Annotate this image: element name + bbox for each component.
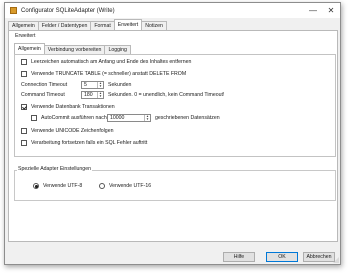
tab-logging[interactable]: Logging [104,45,131,54]
continue-on-error-option[interactable]: Verarbeitung fortsetzen falls ein SQL Fe… [21,140,147,146]
spin-down-icon[interactable]: ▼ [99,95,102,98]
truncate-label: Verwende TRUNCATE TABLE (= schneller) an… [31,71,187,77]
connection-timeout-row: Connection Timeout 5 ▲ ▼ Sekunden [21,81,131,89]
unicode-checkbox[interactable] [21,128,27,134]
command-timeout-stepper[interactable]: 180 ▲ ▼ [81,91,104,99]
help-button[interactable]: Hilfe [223,252,255,262]
tab-verbindung-vorbereiten[interactable]: Verbindung vorbereiten [43,45,106,54]
tab-format[interactable]: Format [90,21,115,30]
autocommit-stepper[interactable]: 10000 ▲ ▼ [107,114,151,122]
special-settings-group: Verwende UTF-8 Verwende UTF-16 [14,170,336,201]
utf8-label: Verwende UTF-8 [43,183,83,189]
minimize-icon[interactable]: — [304,3,322,18]
title-bar[interactable]: Configurator SQLiteAdapter (Write) — ✕ [5,3,340,18]
truncate-checkbox[interactable] [21,71,27,77]
ok-button[interactable]: OK [266,252,298,262]
cancel-button[interactable]: Abbrechen [303,252,335,262]
inner-allgemein-panel: Leerzeichen automatisch am Anfang und En… [14,54,336,157]
utf16-radio[interactable] [99,183,105,189]
special-settings-label: Spezielle Adapter Einstellungen [17,166,92,172]
command-timeout-label: Command Timeout [21,92,65,98]
command-timeout-row: Command Timeout 180 ▲ ▼ Sekunden. 0 = un… [21,91,224,99]
spin-arrows-icon[interactable]: ▲ ▼ [144,115,150,121]
trim-spaces-checkbox[interactable] [21,59,27,65]
autocommit-value[interactable]: 10000 [108,115,144,121]
close-icon[interactable]: ✕ [322,3,340,18]
outer-tab-strip: Allgemein Felder / Datentypen Format Erw… [8,19,167,30]
truncate-option[interactable]: Verwende TRUNCATE TABLE (= schneller) an… [21,71,186,77]
utf16-label: Verwende UTF-16 [109,183,152,189]
tab-felder-datentypen[interactable]: Felder / Datentypen [37,21,92,30]
tab-inner-allgemein[interactable]: Allgemein [14,43,45,54]
autocommit-label: AutoCommit ausführen nach [41,115,107,121]
connection-timeout-value[interactable]: 5 [82,82,97,88]
tab-erweitert[interactable]: Erweitert [113,19,143,30]
transactions-checkbox[interactable] [21,104,27,110]
utf8-radio[interactable] [33,183,39,189]
connection-timeout-stepper[interactable]: 5 ▲ ▼ [81,81,104,89]
config-app-icon [10,7,17,14]
unicode-option[interactable]: Verwende UNICODE Zeichenfolgen [21,128,113,134]
erweitert-group-label: Erweitert [14,33,37,39]
utf16-option[interactable]: Verwende UTF-16 [99,183,151,189]
command-timeout-value[interactable]: 180 [82,92,97,98]
utf8-option[interactable]: Verwende UTF-8 [33,183,82,189]
autocommit-checkbox[interactable] [31,115,37,121]
unicode-label: Verwende UNICODE Zeichenfolgen [31,128,114,134]
spin-arrows-icon[interactable]: ▲ ▼ [97,82,103,88]
transactions-label: Verwende Datenbank Transaktionen [31,104,115,110]
spin-arrows-icon[interactable]: ▲ ▼ [97,92,103,98]
window-title: Configurator SQLiteAdapter (Write) [21,7,115,14]
inner-tab-strip: Allgemein Verbindung vorbereiten Logging [14,43,131,54]
autocommit-option: AutoCommit ausführen nach 10000 ▲ ▼ gesc… [31,114,220,122]
command-timeout-unit: Sekunden. 0 = unendlich, kein Command Ti… [108,92,225,98]
connection-timeout-unit: Sekunden [108,82,132,88]
trim-spaces-label: Leerzeichen automatisch am Anfang und En… [31,59,192,65]
spin-down-icon[interactable]: ▼ [99,85,102,88]
configurator-window: Configurator SQLiteAdapter (Write) — ✕ A… [4,2,341,265]
connection-timeout-label: Connection Timeout [21,82,68,88]
transactions-option[interactable]: Verwende Datenbank Transaktionen [21,104,115,110]
continue-on-error-checkbox[interactable] [21,140,27,146]
trim-spaces-option[interactable]: Leerzeichen automatisch am Anfang und En… [21,59,191,65]
tab-allgemein[interactable]: Allgemein [8,21,39,30]
tab-notizen[interactable]: Notizen [141,21,167,30]
spin-down-icon[interactable]: ▼ [146,118,149,121]
autocommit-unit: geschriebenen Datensätzen [155,115,220,121]
continue-on-error-label: Verarbeitung fortsetzen falls ein SQL Fe… [31,140,148,146]
